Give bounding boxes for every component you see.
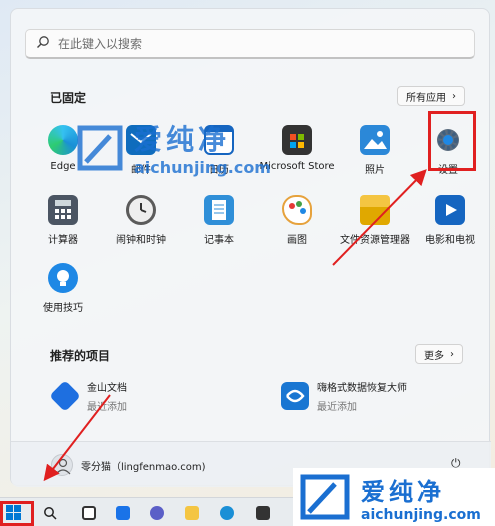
all-apps-label: 所有应用 — [406, 92, 446, 104]
pinned-app-clock[interactable]: 闹钟和时钟 — [101, 191, 181, 251]
edge-taskbar-icon[interactable] — [220, 506, 234, 520]
recommended-item[interactable]: 金山文档 最近添加 — [49, 379, 127, 413]
watermark-corner: 爱纯净 aichunjing.com — [293, 468, 495, 526]
start-menu: 在此键入以搜索 已固定 所有应用 › Edge 邮件 日历 Microsoft … — [10, 8, 491, 487]
recommended-item-sub: 最近添加 — [87, 402, 127, 413]
search-input[interactable]: 在此键入以搜索 — [25, 29, 475, 59]
app-label: 文件资源管理器 — [340, 235, 410, 246]
watermark-center: 爱纯净 aichunjing.com — [72, 118, 271, 177]
user-account-button[interactable]: 零分猫（lingfenmao.com) — [51, 454, 206, 476]
search-placeholder: 在此键入以搜索 — [58, 37, 143, 51]
avatar — [51, 454, 73, 476]
pinned-app-paint[interactable]: 画图 — [257, 191, 337, 251]
clock-icon — [126, 195, 156, 225]
pinned-app-photos[interactable]: 照片 — [335, 121, 415, 181]
task-view-icon[interactable] — [82, 506, 96, 520]
kingsoft-docs-icon — [49, 380, 81, 412]
file-explorer-taskbar-icon[interactable] — [185, 506, 199, 520]
pinned-app-file-explorer[interactable]: 文件资源管理器 — [335, 191, 415, 251]
movies-icon — [435, 195, 465, 225]
photos-icon — [360, 125, 390, 155]
watermark-brand: 爱纯净 — [134, 123, 231, 156]
pinned-app-notepad[interactable]: 记事本 — [179, 191, 259, 251]
recommended-item-name: 嗨格式数据恢复大师 — [317, 383, 407, 394]
more-button[interactable]: 更多 › — [415, 344, 463, 364]
pinned-app-calculator[interactable]: 计算器 — [23, 191, 103, 251]
all-apps-button[interactable]: 所有应用 › — [397, 86, 465, 106]
chevron-right-icon: › — [450, 348, 454, 360]
store-taskbar-icon[interactable] — [256, 506, 270, 520]
recommended-title: 推荐的项目 — [50, 349, 111, 363]
pinned-app-movies[interactable]: 电影和电视 — [410, 191, 490, 251]
folder-icon — [360, 195, 390, 225]
store-icon — [282, 125, 312, 155]
paint-icon — [282, 195, 312, 225]
pinned-app-tips[interactable]: 使用技巧 — [23, 259, 103, 319]
chevron-right-icon: › — [452, 90, 456, 102]
watermark-logo-icon — [300, 474, 350, 520]
app-label: 电影和电视 — [425, 235, 475, 246]
settings-highlight-box — [428, 111, 476, 171]
teams-chat-icon[interactable] — [150, 506, 164, 520]
app-label: 使用技巧 — [43, 303, 83, 314]
app-label: 记事本 — [204, 235, 234, 246]
notepad-icon — [204, 195, 234, 225]
recommended-item-sub: 最近添加 — [317, 402, 357, 413]
app-label: 照片 — [365, 165, 385, 176]
calculator-icon — [48, 195, 78, 225]
tips-icon — [48, 263, 78, 293]
search-icon — [36, 34, 50, 53]
start-button-highlight-box — [0, 501, 34, 526]
watermark-url: aichunjing.com — [134, 158, 271, 177]
user-name: 零分猫（lingfenmao.com) — [81, 461, 206, 473]
data-recovery-icon — [281, 382, 309, 410]
more-label: 更多 — [424, 350, 444, 362]
pinned-title: 已固定 — [50, 91, 87, 105]
app-label: 闹钟和时钟 — [116, 235, 166, 246]
watermark-brand: 爱纯净 — [361, 477, 445, 506]
watermark-url: aichunjing.com — [361, 506, 481, 523]
widgets-icon[interactable] — [116, 506, 130, 520]
taskbar-search-icon[interactable] — [43, 505, 57, 524]
app-label: 计算器 — [48, 235, 78, 246]
watermark-logo-icon — [77, 125, 123, 170]
recommended-item-name: 金山文档 — [87, 383, 127, 394]
recommended-item[interactable]: 嗨格式数据恢复大师 最近添加 — [281, 379, 407, 413]
app-label: 画图 — [287, 235, 307, 246]
